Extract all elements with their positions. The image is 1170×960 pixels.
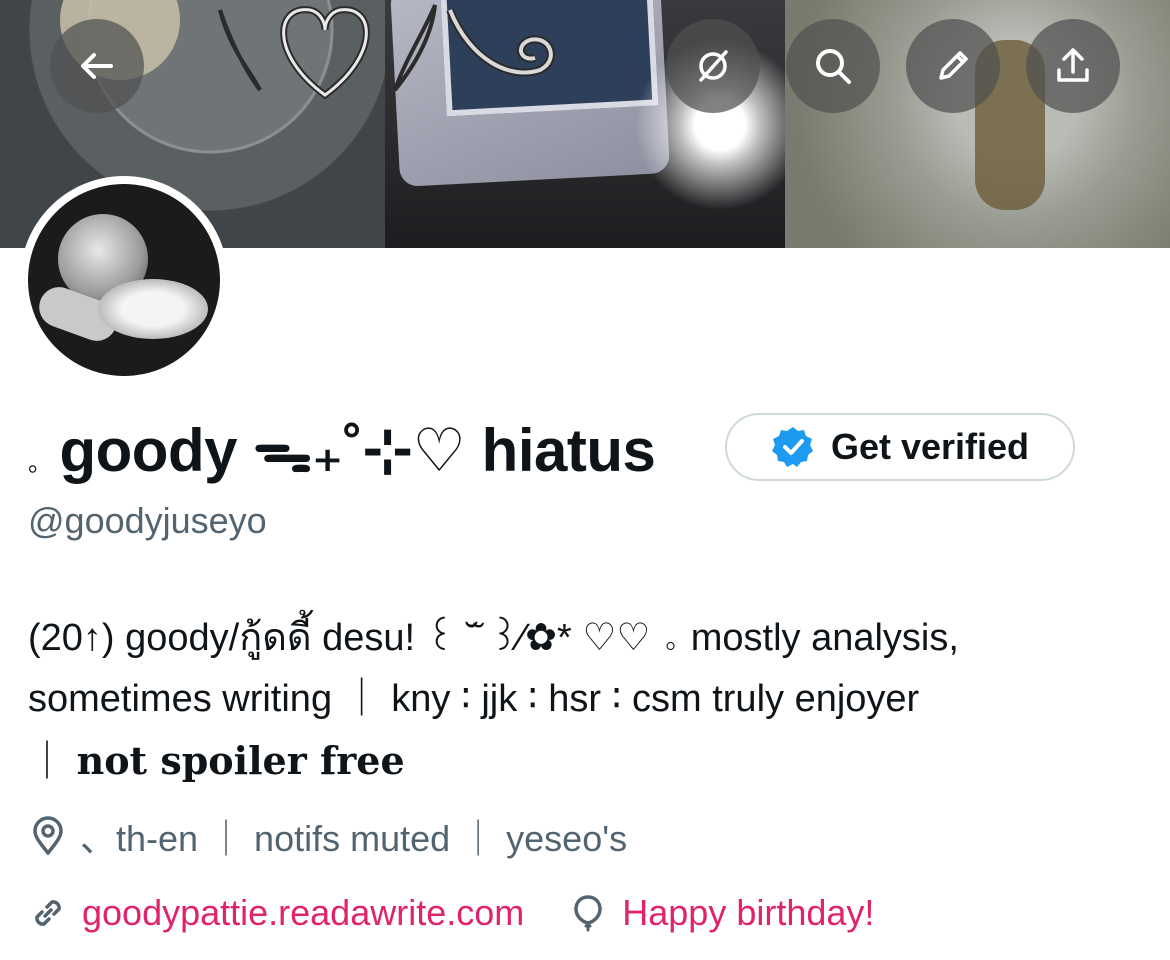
share-upload-icon (1057, 48, 1089, 82)
balloon-icon (574, 895, 603, 932)
bio-line-3-prefix: ｜ (28, 741, 67, 783)
bio-line-3-bold: not spoiler free (76, 738, 405, 783)
get-verified-button[interactable]: Get verified (725, 413, 1075, 481)
search-button[interactable] (786, 19, 880, 113)
location-text: 、th-en ｜ notifs muted ｜ yeseo's (80, 818, 628, 859)
birthday-link[interactable]: Happy birthday! (622, 892, 874, 934)
bio-line-3: ｜ not spoiler free (28, 730, 1158, 793)
display-name: 。 goody ᯓ₊˚⊹♡ hiatus (28, 408, 656, 488)
share-button[interactable] (1026, 19, 1120, 113)
arrow-left-icon (81, 53, 113, 79)
link-icon (35, 900, 61, 926)
edit-pencil-icon (939, 51, 968, 80)
get-verified-label: Get verified (830, 426, 1030, 467)
grok-slash-icon (699, 50, 728, 82)
bio-line-1: (20↑) goody/กู้ดดี้ desu! ꒰ ˘̆ ꒱⁄✿* ♡♡ 。… (28, 617, 959, 659)
handle: @goodyjuseyo (28, 500, 267, 541)
bio-line-2: sometimes writing ｜ kny ∶ jjk ∶ hsr ∶ cs… (28, 678, 920, 720)
avatar[interactable] (28, 184, 220, 376)
birthday-item: Happy birthday! (568, 892, 874, 934)
grok-button[interactable] (666, 19, 760, 113)
verified-badge-icon (771, 427, 813, 467)
back-button[interactable] (50, 19, 144, 113)
search-icon (816, 49, 851, 84)
website-link[interactable]: goodypattie.readawrite.com (82, 892, 524, 934)
location-pin-icon (33, 816, 63, 855)
profile-links-row: goodypattie.readawrite.com Happy birthda… (28, 892, 874, 934)
banner-heart-decoration (218, 4, 555, 100)
display-name-text: goody ᯓ₊˚⊹♡ hiatus (59, 417, 656, 484)
bio: (20↑) goody/กู้ดดี้ desu! ꒰ ˘̆ ꒱⁄✿* ♡♡ 。… (28, 608, 1158, 793)
name-prefix: 。 (28, 449, 52, 477)
edit-button[interactable] (906, 19, 1000, 113)
location-row: 、th-en ｜ notifs muted ｜ yeseo's (28, 810, 627, 862)
